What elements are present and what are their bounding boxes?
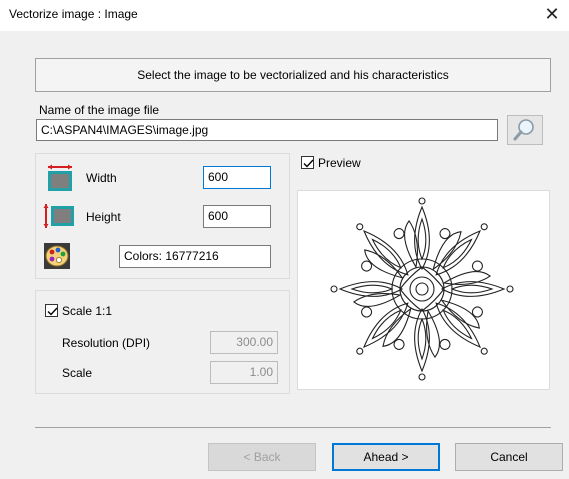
- instruction-banner: Select the image to be vectorialized and…: [35, 58, 551, 92]
- ahead-button[interactable]: Ahead >: [332, 443, 440, 471]
- back-button[interactable]: < Back: [208, 443, 316, 471]
- height-icon: [43, 203, 75, 229]
- scale-label: Scale: [62, 366, 93, 380]
- height-input[interactable]: 600: [203, 205, 271, 228]
- preview-checkbox[interactable]: [301, 156, 314, 169]
- preview-checkbox-label[interactable]: Preview: [318, 156, 361, 170]
- mandala-preview-image: [330, 197, 514, 381]
- checkmark-icon: [47, 307, 58, 316]
- file-name-label: Name of the image file: [39, 103, 160, 117]
- window-title: Vectorize image : Image: [9, 7, 138, 21]
- cancel-button[interactable]: Cancel: [455, 443, 563, 471]
- instruction-text: Select the image to be vectorialized and…: [137, 68, 449, 82]
- height-label: Height: [86, 210, 121, 224]
- checkmark-icon: [303, 159, 314, 168]
- close-icon[interactable]: ✕: [540, 3, 564, 27]
- scale-checkbox-label[interactable]: Scale 1:1: [62, 304, 112, 318]
- palette-icon: [44, 243, 70, 269]
- preview-panel: [297, 190, 550, 390]
- resolution-label: Resolution (DPI): [62, 336, 151, 350]
- resolution-input[interactable]: 300.00: [210, 331, 278, 354]
- width-input[interactable]: 600: [203, 166, 271, 189]
- scale-checkbox[interactable]: [45, 304, 58, 317]
- scale-input[interactable]: 1.00: [210, 361, 278, 384]
- footer-separator: [35, 427, 551, 428]
- width-icon: [45, 164, 75, 192]
- width-label: Width: [86, 171, 117, 185]
- search-icon: [513, 119, 534, 141]
- colors-field: Colors: 16777216: [119, 245, 271, 268]
- browse-button[interactable]: [507, 115, 543, 145]
- file-name-input[interactable]: C:\ASPAN4\IMAGES\image.jpg: [36, 119, 498, 141]
